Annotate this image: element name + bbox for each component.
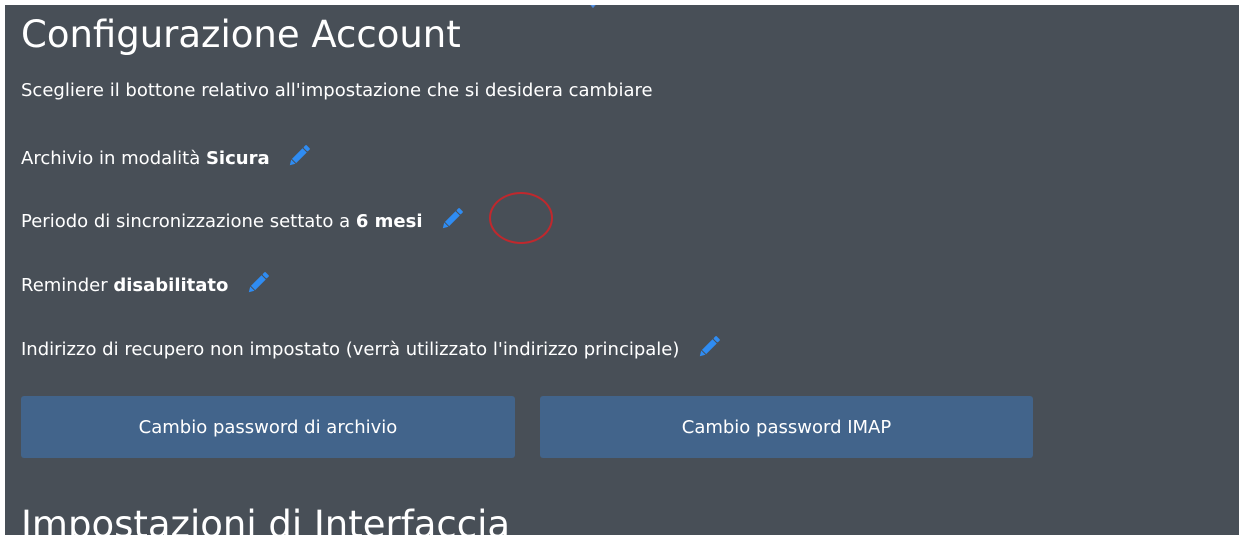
settings-panel: Configurazione Account Scegliere il bott… (5, 5, 1239, 535)
pencil-icon[interactable] (244, 269, 272, 297)
reminder-setting: Reminder disabilitato (21, 271, 272, 301)
reminder-value: disabilitato (113, 275, 229, 296)
highlight-circle (489, 192, 553, 244)
archive-mode-setting: Archivio in modalità Sicura (21, 144, 313, 174)
chevron-down-icon (590, 5, 596, 9)
sync-period-setting: Periodo di sincronizzazione settato a 6 … (21, 207, 466, 237)
sync-period-label: Periodo di sincronizzazione settato a (21, 211, 356, 232)
sync-period-value: 6 mesi (355, 211, 423, 232)
recovery-address-setting: Indirizzo di recupero non impostato (ver… (21, 335, 723, 365)
recovery-address-label: Indirizzo di recupero non impostato (ver… (21, 339, 680, 360)
page-title: Configurazione Account (21, 13, 461, 56)
reminder-label: Reminder (21, 275, 114, 296)
interface-settings-title: Impostazioni di Interfaccia (21, 503, 511, 535)
pencil-icon[interactable] (438, 205, 466, 233)
change-imap-password-button[interactable]: Cambio password IMAP (540, 396, 1033, 458)
change-archive-password-button[interactable]: Cambio password di archivio (21, 396, 515, 458)
archive-mode-label: Archivio in modalità (21, 148, 206, 169)
archive-mode-value: Sicura (205, 148, 270, 169)
instructions-text: Scegliere il bottone relativo all'impost… (21, 80, 653, 101)
pencil-icon[interactable] (695, 333, 723, 361)
pencil-icon[interactable] (285, 142, 313, 170)
